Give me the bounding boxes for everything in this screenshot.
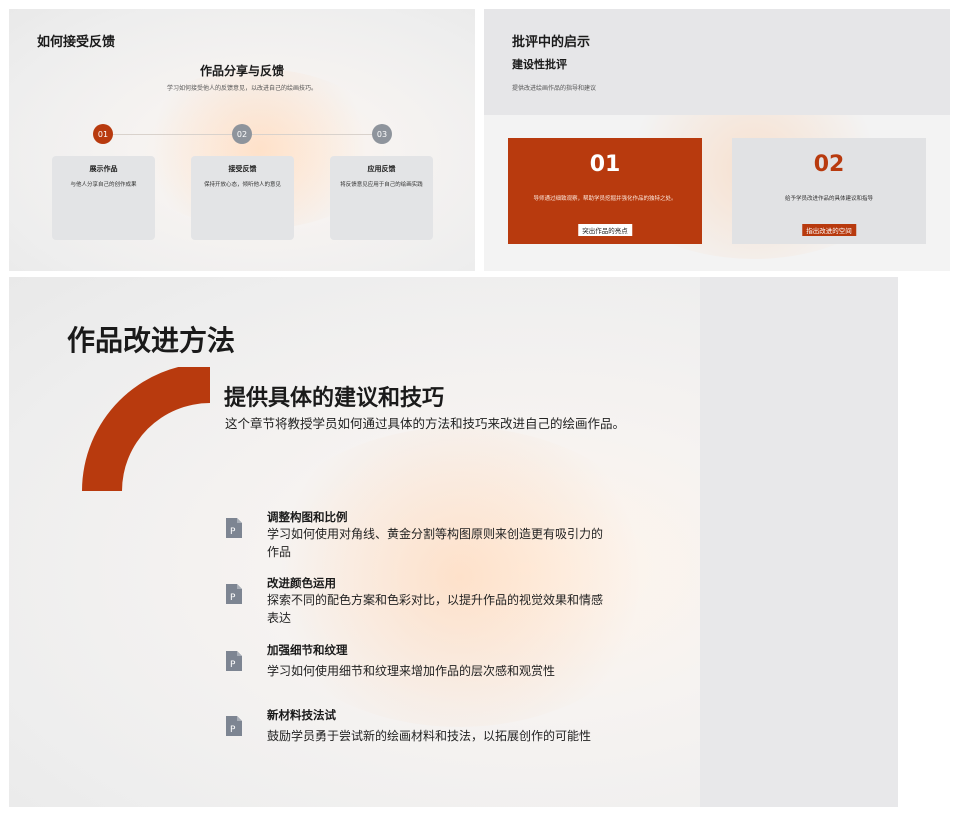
item-text: 学习如何使用细节和纹理来增加作品的层次感和观赏性 — [267, 664, 556, 678]
item-heading: 新材料技法试 — [267, 708, 336, 722]
criticism-card: 02 给予学员改进作品的具体建议和指导 指出改进的空间 — [732, 138, 926, 244]
step-number-badge: 01 — [93, 124, 113, 144]
svg-text:P: P — [230, 527, 236, 537]
step-heading: 接受反馈 — [228, 165, 257, 173]
svg-text:P: P — [230, 725, 236, 735]
item-heading: 加强细节和纹理 — [267, 643, 348, 657]
slide-description: 提供改进绘画作品的指导和建议 — [512, 85, 597, 92]
slide-title: 作品改进方法 — [67, 324, 236, 357]
step-connector — [113, 134, 235, 135]
item-text: 鼓励学员勇于尝试新的绘画材料和技法，以拓展创作的可能性 — [267, 729, 592, 743]
card-text: 导师通过细致观察，帮助学员挖掘并强化作品的独特之处。 — [533, 196, 677, 202]
step-heading: 展示作品 — [89, 165, 118, 173]
card-text: 给予学员改进作品的具体建议和指导 — [784, 196, 873, 202]
svg-text:P: P — [230, 660, 236, 670]
svg-text:P: P — [230, 593, 236, 603]
document-icon: P — [226, 716, 242, 736]
side-panel — [700, 277, 898, 807]
card-number: 02 — [813, 152, 845, 177]
slide-criticism: 批评中的启示 建设性批评 提供改进绘画作品的指导和建议 01 导师通过细致观察，… — [484, 9, 950, 271]
document-icon: P — [226, 518, 242, 538]
step-heading: 应用反馈 — [367, 165, 396, 173]
step-number-badge: 02 — [232, 124, 252, 144]
step-text: 将反馈意见应用于自己的绘画实践 — [340, 182, 423, 188]
slide-title: 如何接受反馈 — [37, 35, 116, 50]
item-heading: 改进颜色运用 — [267, 576, 336, 590]
step-connector — [252, 134, 373, 135]
document-icon: P — [226, 584, 242, 604]
slide-improvement-methods: 作品改进方法 提供具体的建议和技巧 这个章节将教授学员如何通过具体的方法和技巧来… — [9, 277, 950, 807]
slide-title: 批评中的启示 — [512, 35, 591, 50]
section-subtitle: 提供具体的建议和技巧 — [224, 386, 445, 411]
step-text: 保持开放心态，倾听他人的意见 — [203, 182, 281, 188]
page-margin — [898, 277, 950, 807]
slide-subtitle: 建设性批评 — [512, 58, 567, 71]
item-text: 探索不同的配色方案和色彩对比，以提升作品的视觉效果和情感表达 — [267, 593, 604, 625]
step-number-badge: 03 — [372, 124, 392, 144]
card-tag: 指出改进的空间 — [802, 224, 856, 236]
step-text: 与他人分享自己的创作成果 — [70, 182, 137, 188]
card-number: 01 — [589, 152, 621, 177]
quarter-arc-decoration — [82, 367, 210, 491]
slide-subtitle: 作品分享与反馈 — [199, 64, 284, 78]
slide-feedback: 如何接受反馈 作品分享与反馈 学习如何接受他人的反馈意见，以改进自己的绘画技巧。… — [9, 9, 475, 271]
document-icon: P — [226, 651, 242, 671]
card-tag: 突出作品的亮点 — [578, 224, 632, 236]
criticism-card: 01 导师通过细致观察，帮助学员挖掘并强化作品的独特之处。 突出作品的亮点 — [508, 138, 702, 244]
step-card: 展示作品 与他人分享自己的创作成果 — [52, 156, 155, 240]
item-text: 学习如何使用对角线、黄金分割等构图原则来创造更有吸引力的作品 — [267, 527, 604, 559]
step-card: 接受反馈 保持开放心态，倾听他人的意见 — [191, 156, 294, 240]
slide-description: 学习如何接受他人的反馈意见，以改进自己的绘画技巧。 — [166, 85, 317, 92]
item-heading: 调整构图和比例 — [267, 510, 348, 524]
step-card: 应用反馈 将反馈意见应用于自己的绘画实践 — [330, 156, 433, 240]
section-lead: 这个章节将教授学员如何通过具体的方法和技巧来改进自己的绘画作品。 — [225, 416, 626, 431]
